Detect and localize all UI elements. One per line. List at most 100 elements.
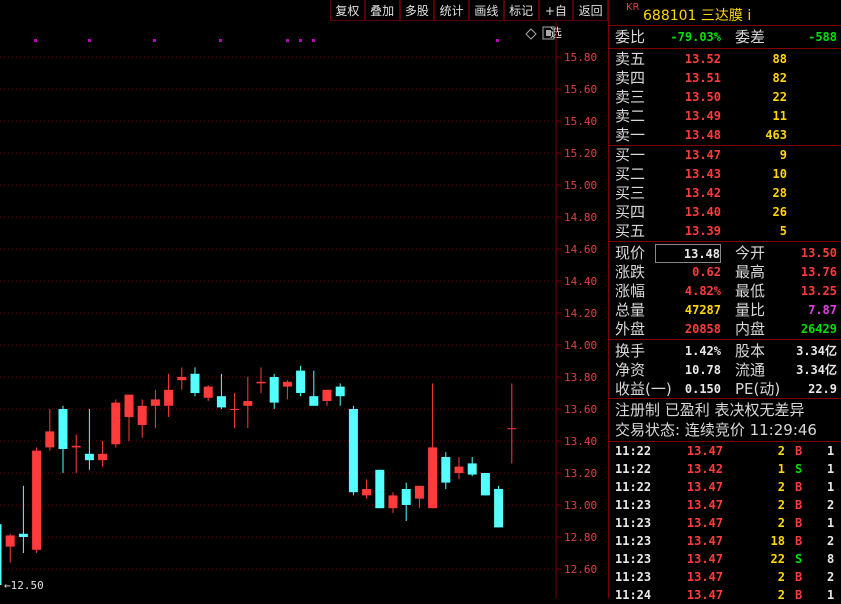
candle-body	[441, 457, 451, 483]
multi-stock-button[interactable]: 多股	[399, 0, 435, 21]
ask-row[interactable]: 卖五 13.52 88	[609, 50, 841, 69]
ask-row[interactable]: 卖四 13.51 82	[609, 69, 841, 88]
weibi-label: 委比	[615, 28, 646, 46]
separator	[609, 48, 841, 49]
back-button[interactable]: 返回	[573, 0, 608, 21]
weicha-value: -588	[808, 30, 837, 44]
candle-body	[203, 386, 213, 398]
candle-body	[335, 386, 345, 397]
fund-value: 10.78	[684, 363, 721, 377]
bid-price: 13.42	[684, 186, 721, 200]
tick-time: 11:23	[615, 498, 652, 512]
tick-price: 13.47	[686, 534, 723, 548]
stat-label: 涨跌	[615, 263, 646, 281]
notice-row: 注册制 已盈利 表决权无差异	[609, 401, 841, 420]
ask-label: 卖二	[615, 107, 646, 125]
tick-row: 11:23 13.47 2 B 2	[609, 496, 841, 514]
tick-volume: 18	[770, 534, 785, 548]
tick-time: 11:23	[615, 570, 652, 584]
candle-body	[84, 453, 94, 461]
ask-label: 卖一	[615, 126, 646, 144]
candle-body	[98, 453, 108, 461]
bid-price: 13.43	[684, 167, 721, 181]
statistics-button[interactable]: 统计	[434, 0, 469, 21]
bid-row[interactable]: 买四 13.40 26	[609, 203, 841, 222]
ask-row[interactable]: 卖一 13.48 463	[609, 126, 841, 145]
candlestick-chart[interactable]: 15.80 15.60 15.40 15.20 15.00 14.80 14.60 14.40…	[0, 22, 608, 598]
candle-body	[150, 399, 160, 406]
bid-label: 买四	[615, 203, 646, 221]
tick-side: B	[795, 498, 803, 512]
y-tick-label: 14.00	[564, 339, 597, 352]
candle-body	[480, 473, 490, 496]
tick-side: B	[795, 480, 803, 494]
ask-price: 13.51	[684, 71, 721, 85]
tick-row: 11:24 13.47 2 B 1	[609, 586, 841, 604]
tick-count: 1	[827, 444, 835, 458]
separator	[609, 241, 841, 242]
tick-volume: 2	[777, 498, 785, 512]
bid-row[interactable]: 买五 13.39 5	[609, 222, 841, 241]
fund-row: 收益(一) 0.150 PE(动) 22.9	[609, 380, 841, 399]
candle-body	[0, 524, 2, 585]
tick-volume: 2	[777, 480, 785, 494]
tick-row: 11:23 13.47 2 B 2	[609, 568, 841, 586]
bid-row[interactable]: 买二 13.43 10	[609, 165, 841, 184]
y-tick-label: 14.60	[564, 243, 597, 256]
stock-code-name[interactable]: 688101 三达膜 i	[643, 5, 751, 25]
stat-value: 13.25	[800, 284, 837, 298]
tick-volume: 1	[777, 462, 785, 476]
candle-body	[494, 489, 504, 528]
mark-button[interactable]: 标记	[503, 0, 539, 21]
bid-volume: 10	[772, 167, 787, 181]
signal-marker	[153, 39, 156, 42]
tick-price: 13.47	[686, 498, 723, 512]
fund-value: 1.42%	[684, 344, 721, 358]
tick-row: 11:22 13.47 2 B 1	[609, 478, 841, 496]
signal-marker	[34, 39, 37, 42]
ask-label: 卖四	[615, 69, 646, 87]
tick-price: 13.47	[686, 570, 723, 584]
bid-volume: 5	[779, 224, 787, 238]
stat-value: 47287	[684, 303, 721, 317]
y-tick-label: 14.20	[564, 307, 597, 320]
tick-row: 11:23 13.47 22 S 8	[609, 550, 841, 568]
ask-row[interactable]: 卖二 13.49 11	[609, 107, 841, 126]
tick-time: 11:22	[615, 462, 652, 476]
trade-status: 交易状态: 连续竞价 11:29:46	[615, 421, 817, 439]
bid-row[interactable]: 买一 13.47 9	[609, 146, 841, 165]
add-watchlist-button[interactable]: +自选	[538, 0, 574, 40]
overlay-button[interactable]: 叠加	[364, 0, 400, 21]
chart-toolbar: 复权 叠加 多股 统计 画线 标记 +自选 返回	[330, 0, 608, 40]
signal-marker	[88, 39, 91, 42]
candle-body	[269, 377, 279, 403]
candle-body	[467, 463, 477, 475]
ask-price: 13.49	[684, 109, 721, 123]
candle-body	[190, 373, 200, 393]
ask-volume: 88	[772, 52, 787, 66]
status-row: 交易状态: 连续竞价 11:29:46	[609, 421, 841, 440]
y-tick-label: 15.60	[564, 83, 597, 96]
bid-row[interactable]: 买三 13.42 28	[609, 184, 841, 203]
tick-price: 13.47	[686, 552, 723, 566]
tick-side: B	[795, 444, 803, 458]
tick-count: 8	[827, 552, 835, 566]
candle-body	[243, 401, 253, 406]
candle-body	[414, 485, 424, 499]
bid-price: 13.40	[684, 205, 721, 219]
candle-body	[428, 447, 438, 509]
ask-volume: 82	[772, 71, 787, 85]
tick-price: 13.47	[686, 480, 723, 494]
ask-row[interactable]: 卖三 13.50 22	[609, 88, 841, 107]
y-tick-label: 13.20	[564, 467, 597, 480]
stat-label: 最低	[735, 282, 766, 300]
tick-count: 2	[827, 534, 835, 548]
draw-line-button[interactable]: 画线	[469, 0, 504, 21]
candle-body	[111, 402, 121, 445]
fuquan-button[interactable]: 复权	[330, 0, 365, 21]
candle-body	[230, 409, 240, 410]
fund-value: 3.34亿	[796, 363, 837, 377]
y-tick-label: 13.80	[564, 371, 597, 384]
tick-row: 11:23 13.47 18 B 2	[609, 532, 841, 550]
candle-body	[137, 405, 147, 425]
